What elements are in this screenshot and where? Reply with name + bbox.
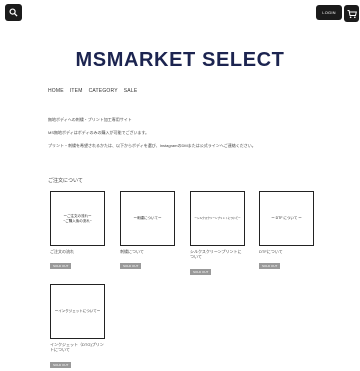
product-thumbnail[interactable]: ー刺繍についてー <box>120 191 175 246</box>
intro-line-1: 無地ボディへの刺繍・プリント加工専用サイト <box>48 117 132 122</box>
site-logo[interactable]: MSMARKET SELECT <box>0 49 360 72</box>
product-thumbnail[interactable]: ーインクジェットについてー <box>50 284 105 339</box>
nav-sale[interactable]: SALE <box>124 88 138 94</box>
thumbnail-text: ー刺繍についてー <box>133 216 162 221</box>
product-title[interactable]: インクジェット（DTG)プリントについて <box>50 342 105 353</box>
nav-category[interactable]: CATEGORY <box>89 88 118 94</box>
product-card[interactable]: ーインクジェットについてー インクジェット（DTG)プリントについて SOLD … <box>50 284 105 371</box>
login-button[interactable]: LOGIN <box>316 5 342 20</box>
cart-button[interactable] <box>344 5 359 22</box>
sold-out-badge: SOLD OUT <box>50 263 72 270</box>
product-title[interactable]: DTFについて <box>259 249 314 254</box>
product-thumbnail[interactable]: ーご注文の流れー ~ご購入後の流れ~ <box>50 191 105 246</box>
product-card[interactable]: ーご注文の流れー ~ご購入後の流れ~ ご注文の流れ SOLD OUT <box>50 191 105 272</box>
nav-item[interactable]: ITEM <box>70 88 83 94</box>
product-thumbnail[interactable]: ーシルクスクリーンプリントについてー <box>190 191 245 246</box>
product-thumbnail[interactable]: ー DTF について ー <box>259 191 314 246</box>
nav-home[interactable]: HOME <box>48 88 64 94</box>
product-card[interactable]: ー刺繍についてー 刺繍について SOLD OUT <box>120 191 175 272</box>
section-title: ご注文について <box>48 178 83 184</box>
product-title[interactable]: 刺繍について <box>120 249 175 254</box>
sold-out-badge: SOLD OUT <box>259 263 281 270</box>
product-title[interactable]: ご注文の流れ <box>50 249 105 254</box>
thumbnail-text: ー DTF について ー <box>271 216 302 221</box>
intro-line-3: プリント・刺繍を希望されるかたは、以下からボディを選び、InstagramのDM… <box>48 143 256 148</box>
sold-out-badge: SOLD OUT <box>50 361 72 368</box>
product-card[interactable]: ーシルクスクリーンプリントについてー シルクスクリーンプリントについて SOLD… <box>190 191 245 278</box>
main-nav: HOME ITEM CATEGORY SALE <box>48 88 137 94</box>
product-title[interactable]: シルクスクリーンプリントについて <box>190 249 245 260</box>
cart-icon <box>347 9 357 18</box>
search-button[interactable] <box>5 4 22 21</box>
sold-out-badge: SOLD OUT <box>120 263 142 270</box>
intro-line-2: MS無地ボディはボディのみの購入が可能でございます。 <box>48 130 150 135</box>
thumbnail-text: ーシルクスクリーンプリントについてー <box>194 216 241 220</box>
product-card[interactable]: ー DTF について ー DTFについて SOLD OUT <box>259 191 314 272</box>
search-icon <box>9 8 18 17</box>
sold-out-badge: SOLD OUT <box>190 268 212 275</box>
thumbnail-text: ーインクジェットについてー <box>54 309 101 314</box>
thumbnail-text: ーご注文の流れー ~ご購入後の流れ~ <box>63 213 92 223</box>
